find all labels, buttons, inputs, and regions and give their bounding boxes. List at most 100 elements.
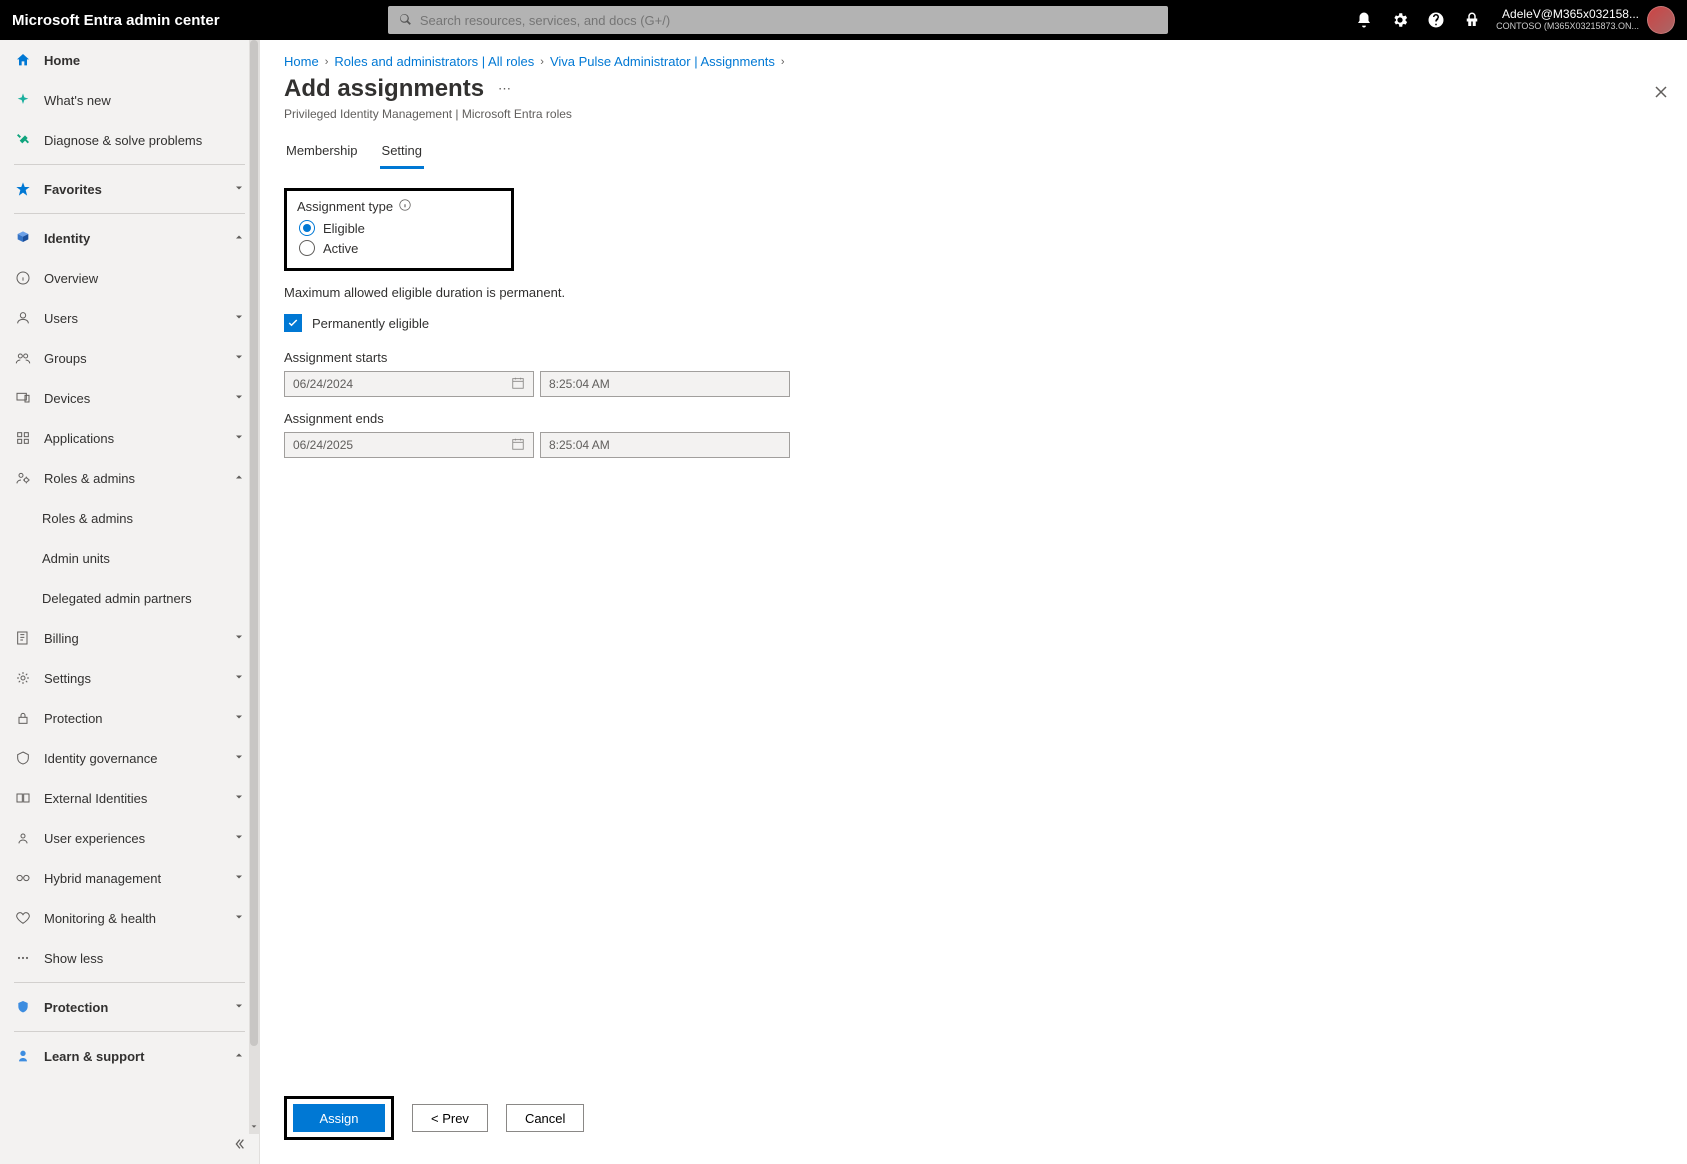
more-actions-button[interactable]: ⋯ [494, 81, 515, 97]
tab-setting[interactable]: Setting [380, 137, 424, 169]
radio-active[interactable]: Active [299, 240, 501, 256]
end-date-input[interactable]: 06/24/2025 [284, 432, 534, 458]
sidebar-item-diagnose[interactable]: Diagnose & solve problems [0, 120, 259, 160]
account-menu[interactable]: AdeleV@M365x032158... CONTOSO (M365X0321… [1496, 6, 1675, 34]
breadcrumb-link[interactable]: Roles and administrators | All roles [334, 54, 534, 69]
apps-icon [14, 429, 32, 447]
sidebar-item-whatsnew[interactable]: What's new [0, 80, 259, 120]
sidebar-item-applications[interactable]: Applications [0, 418, 259, 458]
sidebar-label: Overview [44, 271, 98, 286]
sidebar-label: Roles & admins [44, 471, 135, 486]
breadcrumb-link[interactable]: Home [284, 54, 319, 69]
sidebar-item-user-experiences[interactable]: User experiences [0, 818, 259, 858]
sidebar-item-external[interactable]: External Identities [0, 778, 259, 818]
search-input[interactable] [420, 13, 1158, 28]
sidebar-label: Admin units [42, 551, 110, 566]
sidebar-item-protection-section[interactable]: Protection [0, 987, 259, 1027]
page-subtitle: Privileged Identity Management | Microso… [260, 107, 1687, 131]
device-icon [14, 389, 32, 407]
sidebar-item-learn[interactable]: Learn & support [0, 1036, 259, 1076]
breadcrumb: Home› Roles and administrators | All rol… [260, 40, 1687, 69]
sidebar-label: Monitoring & health [44, 911, 156, 926]
assign-button[interactable]: Assign [293, 1104, 385, 1132]
sidebar-item-admin-units[interactable]: Admin units [0, 538, 259, 578]
chevron-down-icon [233, 311, 245, 326]
user-icon [14, 309, 32, 327]
close-button[interactable] [1653, 84, 1669, 103]
sidebar-scrollbar[interactable] [249, 40, 259, 1134]
avatar [1647, 6, 1675, 34]
chevron-down-icon [233, 791, 245, 806]
breadcrumb-link[interactable]: Viva Pulse Administrator | Assignments [550, 54, 775, 69]
start-date-input[interactable]: 06/24/2024 [284, 371, 534, 397]
sidebar-item-hybrid[interactable]: Hybrid management [0, 858, 259, 898]
calendar-icon [511, 437, 525, 454]
sidebar-item-overview[interactable]: Overview [0, 258, 259, 298]
sidebar-item-devices[interactable]: Devices [0, 378, 259, 418]
governance-icon [14, 749, 32, 767]
assign-highlight: Assign [284, 1096, 394, 1140]
sidebar-item-billing[interactable]: Billing [0, 618, 259, 658]
sidebar-item-favorites[interactable]: Favorites [0, 169, 259, 209]
sidebar-label: Protection [44, 711, 103, 726]
permanently-eligible-checkbox[interactable]: Permanently eligible [284, 314, 1663, 332]
help-icon[interactable] [1420, 4, 1452, 36]
chevron-down-icon [233, 711, 245, 726]
chevron-up-icon [233, 1049, 245, 1064]
main-panel: Home› Roles and administrators | All rol… [260, 40, 1687, 1164]
date-value: 06/24/2025 [293, 438, 353, 452]
assignment-type-label: Assignment type [297, 199, 393, 214]
page-title: Add assignments [284, 75, 484, 103]
chevron-down-icon [233, 391, 245, 406]
sidebar-label: Settings [44, 671, 91, 686]
chevron-down-icon [233, 431, 245, 446]
sidebar-item-governance[interactable]: Identity governance [0, 738, 259, 778]
radio-label: Active [323, 241, 358, 256]
sidebar-label: Show less [44, 951, 103, 966]
billing-icon [14, 629, 32, 647]
sidebar-label: Roles & admins [42, 511, 133, 526]
sidebar-label: User experiences [44, 831, 145, 846]
info-icon[interactable] [399, 199, 411, 214]
sidebar-item-delegated[interactable]: Delegated admin partners [0, 578, 259, 618]
time-value: 8:25:04 AM [549, 438, 610, 452]
learn-icon [14, 1047, 32, 1065]
sidebar-item-show-less[interactable]: Show less [0, 938, 259, 978]
duration-helper-text: Maximum allowed eligible duration is per… [284, 285, 1663, 300]
cancel-button[interactable]: Cancel [506, 1104, 584, 1132]
radio-label: Eligible [323, 221, 365, 236]
radio-eligible[interactable]: Eligible [299, 220, 501, 236]
external-icon [14, 789, 32, 807]
sidebar-label: Protection [44, 1000, 108, 1015]
sidebar-item-groups[interactable]: Groups [0, 338, 259, 378]
sidebar-label: Devices [44, 391, 90, 406]
global-search[interactable] [388, 6, 1168, 34]
sidebar-label: Home [44, 53, 80, 68]
sidebar-item-identity[interactable]: Identity [0, 218, 259, 258]
collapse-sidebar-button[interactable] [227, 1132, 251, 1156]
gear-icon [14, 669, 32, 687]
sidebar-label: Identity [44, 231, 90, 246]
sidebar-item-users[interactable]: Users [0, 298, 259, 338]
sidebar-item-settings[interactable]: Settings [0, 658, 259, 698]
chevron-down-icon [233, 831, 245, 846]
sidebar-item-monitoring[interactable]: Monitoring & health [0, 898, 259, 938]
chevron-up-icon [233, 231, 245, 246]
tab-membership[interactable]: Membership [284, 137, 360, 169]
prev-button[interactable]: < Prev [412, 1104, 488, 1132]
sidebar-item-roles-admins[interactable]: Roles & admins [0, 458, 259, 498]
start-time-input[interactable]: 8:25:04 AM [540, 371, 790, 397]
settings-icon[interactable] [1384, 4, 1416, 36]
chevron-down-icon [233, 911, 245, 926]
feedback-icon[interactable] [1456, 4, 1488, 36]
sidebar-item-home[interactable]: Home [0, 40, 259, 80]
sidebar-item-roles-admins-sub[interactable]: Roles & admins [0, 498, 259, 538]
checkbox-label: Permanently eligible [312, 316, 429, 331]
end-time-input[interactable]: 8:25:04 AM [540, 432, 790, 458]
notifications-icon[interactable] [1348, 4, 1380, 36]
sidebar-item-protection[interactable]: Protection [0, 698, 259, 738]
account-email: AdeleV@M365x032158... [1496, 8, 1639, 21]
time-value: 8:25:04 AM [549, 377, 610, 391]
sidebar-label: Billing [44, 631, 79, 646]
identity-icon [14, 229, 32, 247]
